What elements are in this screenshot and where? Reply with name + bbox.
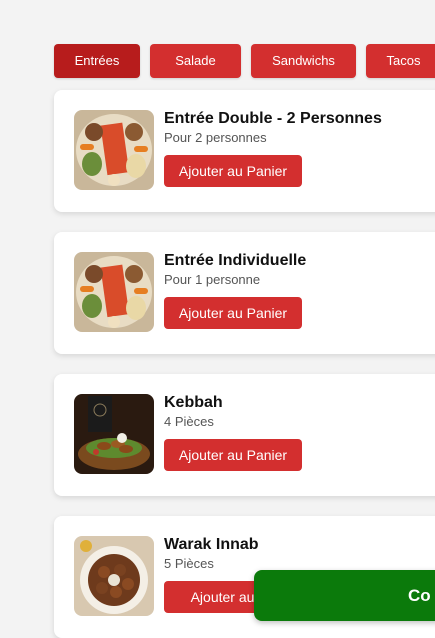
add-to-cart-button[interactable]: Ajouter au Panier (164, 439, 302, 471)
kebbah-image (74, 394, 154, 474)
menu-item-card: Kebbah 4 Pièces Ajouter au Panier (54, 374, 435, 496)
item-subtitle: 4 Pièces (164, 414, 214, 429)
tab-salade[interactable]: Salade (150, 44, 241, 78)
warak-innab-image (74, 536, 154, 616)
item-title: Entrée Double - 2 Personnes (164, 110, 382, 127)
item-subtitle: Pour 2 personnes (164, 130, 267, 145)
tab-entrees[interactable]: Entrées (54, 44, 140, 78)
add-to-cart-button[interactable]: Ajouter au Panier (164, 155, 302, 187)
item-subtitle: 5 Pièces (164, 556, 214, 571)
tab-tacos[interactable]: Tacos (366, 44, 435, 78)
add-to-cart-button[interactable]: Ajouter au Panier (164, 297, 302, 329)
item-title: Entrée Individuelle (164, 252, 307, 269)
menu-item-card: Entrée Double - 2 Personnes Pour 2 perso… (54, 90, 435, 212)
menu-item-card: Entrée Individuelle Pour 1 personne Ajou… (54, 232, 435, 354)
item-title: Kebbah (164, 394, 223, 411)
platter-image (74, 110, 154, 190)
item-title: Warak Innab (164, 536, 259, 553)
platter-image (74, 252, 154, 332)
tab-sandwichs[interactable]: Sandwichs (251, 44, 356, 78)
item-subtitle: Pour 1 personne (164, 272, 261, 287)
category-tabs: Entrées Salade Sandwichs Tacos (54, 44, 435, 78)
cart-button[interactable]: Co (254, 570, 435, 621)
